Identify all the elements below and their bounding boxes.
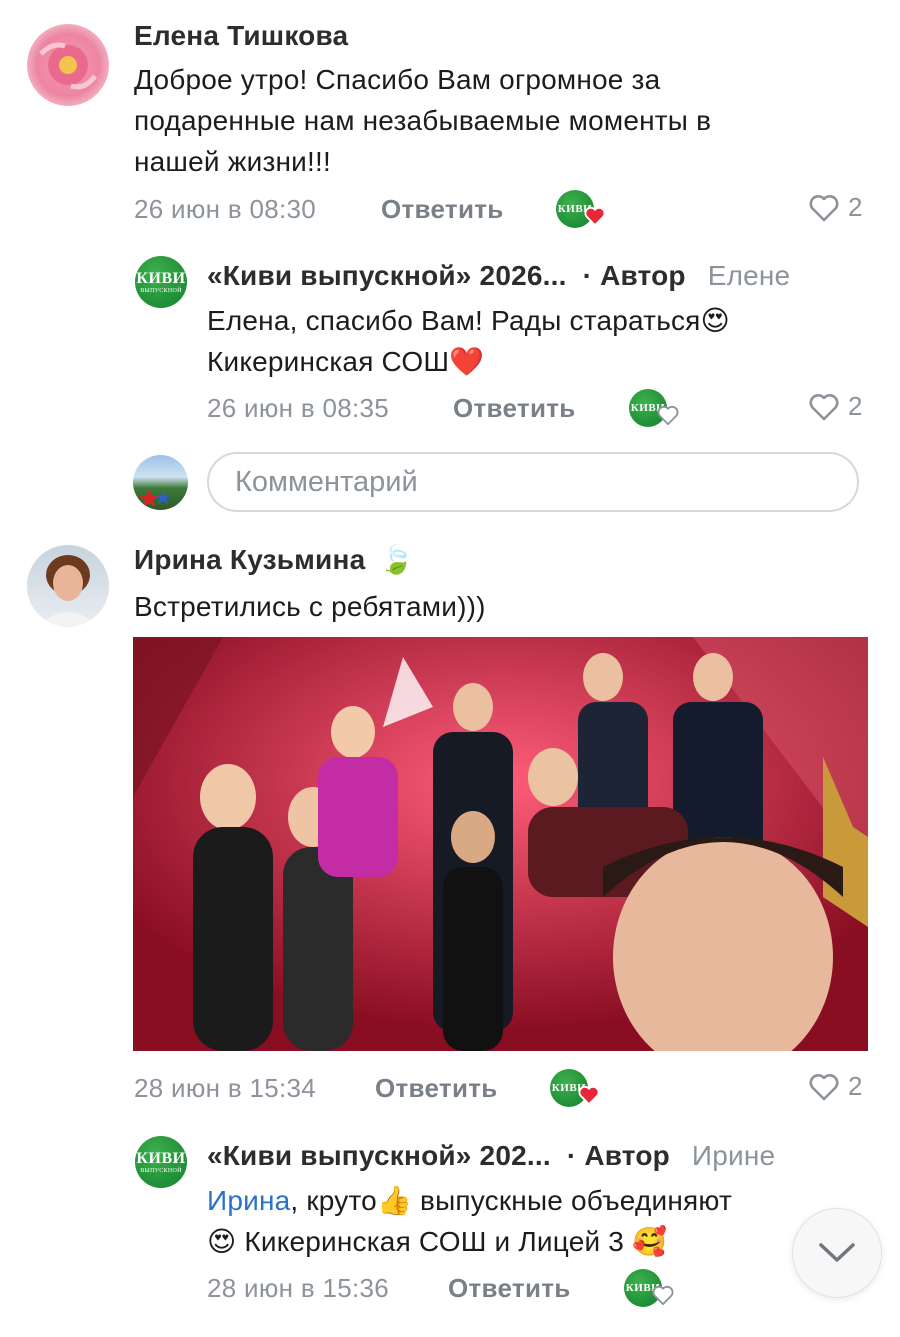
like-count: 2 — [848, 391, 863, 421]
heart-outline-small-icon — [652, 1285, 674, 1305]
heart-filled-icon — [578, 1085, 600, 1105]
stars-icon — [139, 489, 170, 507]
reply-text-segment: Кикеринская СОШ и Лицей 3 — [236, 1226, 625, 1257]
like-count: 2 — [848, 192, 863, 222]
author-liked-badge: КИВИ — [550, 1069, 600, 1109]
leaf-emoji: 🍃 — [379, 544, 415, 575]
avatar-elena[interactable] — [27, 24, 109, 106]
comment-timestamp: 28 июн в 15:34 — [134, 1073, 317, 1103]
comment-text-line: Доброе утро! Спасибо Вам огромное за — [134, 64, 661, 95]
reply-text-line: Кикеринская СОШ — [207, 346, 450, 377]
reply-text-line: Елена, спасибо Вам! Рады стараться — [207, 305, 701, 336]
reply-author-line: «Киви выпускной» 2026... · Автор Елене — [207, 260, 790, 292]
peony-flower-icon — [38, 35, 98, 95]
comment-text-line: подаренные нам незабываемые моменты в — [134, 105, 712, 136]
heart-outline-icon — [809, 393, 839, 420]
reply-text-segment: выпускные объединяют — [412, 1185, 732, 1216]
reply-author-line: «Киви выпускной» 202... · Автор Ирине — [207, 1140, 775, 1172]
author-like-badge[interactable]: КИВИ — [624, 1269, 674, 1309]
kiwi-logo-text: КИВИ — [136, 1149, 186, 1167]
comment-timestamp: 26 июн в 08:30 — [134, 194, 317, 224]
reply-author[interactable]: «Киви выпускной» 2026... — [207, 260, 567, 291]
author-badge: · Автор — [582, 260, 686, 291]
reply-button[interactable]: Ответить — [381, 194, 504, 225]
like-button[interactable]: 2 — [808, 192, 862, 223]
author-like-badge[interactable]: КИВИ — [629, 389, 679, 429]
author-liked-badge: КИВИ — [556, 190, 606, 230]
comment-author[interactable]: Ирина Кузьмина 🍃 — [134, 543, 414, 576]
reply-button[interactable]: Ответить — [453, 393, 576, 424]
reply-timestamp: 28 июн в 15:36 — [207, 1273, 390, 1303]
reply-to-name[interactable]: Елене — [708, 260, 791, 291]
author-badge: · Автор — [566, 1140, 670, 1171]
comment-text-line: нашей жизни!!! — [134, 146, 331, 177]
avatar-irina[interactable] — [27, 545, 109, 627]
woman-portrait-icon — [37, 555, 99, 627]
kiwi-logo-text: КИВИ — [136, 269, 186, 287]
comment-text: Доброе утро! Спасибо Вам огромное за под… — [134, 59, 834, 182]
group-photo-illustration — [133, 637, 868, 1051]
like-count: 2 — [848, 1071, 863, 1101]
red-heart-emoji: ❤️ — [449, 346, 485, 377]
scroll-down-button[interactable] — [792, 1208, 882, 1298]
heart-filled-icon — [584, 206, 606, 226]
comment-input[interactable]: Комментарий — [207, 452, 859, 512]
heart-outline-icon — [809, 194, 839, 221]
reply-to-name[interactable]: Ирине — [692, 1140, 775, 1171]
reply-timestamp: 26 июн в 08:35 — [207, 393, 390, 423]
reply-author[interactable]: «Киви выпускной» 202... — [207, 1140, 551, 1171]
heart-eyes-emoji: 😍 — [207, 1226, 237, 1257]
like-button[interactable]: 2 — [808, 1071, 862, 1102]
avatar-kiwi-group[interactable]: КИВИ ВЫПУСКНОЙ — [135, 256, 187, 308]
smiling-hearts-emoji: 🥰 — [632, 1226, 668, 1257]
reply-text: Ирина, круто👍 выпускные объединяют 😍 Кик… — [207, 1180, 847, 1262]
heart-outline-small-icon — [657, 405, 679, 425]
avatar-kiwi-group[interactable]: КИВИ ВЫПУСКНОЙ — [135, 1136, 187, 1188]
reply-text-segment: , круто — [290, 1185, 377, 1216]
comment-photo[interactable] — [133, 637, 868, 1051]
reply-button[interactable]: Ответить — [448, 1273, 571, 1304]
current-user-avatar — [133, 455, 188, 510]
thumbs-up-emoji: 👍 — [376, 1185, 413, 1216]
heart-eyes-emoji: 😍 — [700, 305, 730, 336]
chevron-down-icon — [819, 1243, 855, 1262]
comment-text: Встретились с ребятами))) — [134, 591, 486, 622]
mention-link[interactable]: Ирина — [207, 1185, 290, 1216]
comment-author[interactable]: Елена Тишкова — [134, 20, 348, 52]
reply-text: Елена, спасибо Вам! Рады стараться😍 Кике… — [207, 300, 887, 382]
kiwi-logo-subtext: ВЫПУСКНОЙ — [140, 287, 182, 294]
reply-button[interactable]: Ответить — [375, 1073, 498, 1104]
heart-outline-icon — [809, 1073, 839, 1100]
kiwi-logo-subtext: ВЫПУСКНОЙ — [140, 1167, 182, 1174]
like-button[interactable]: 2 — [808, 391, 862, 422]
